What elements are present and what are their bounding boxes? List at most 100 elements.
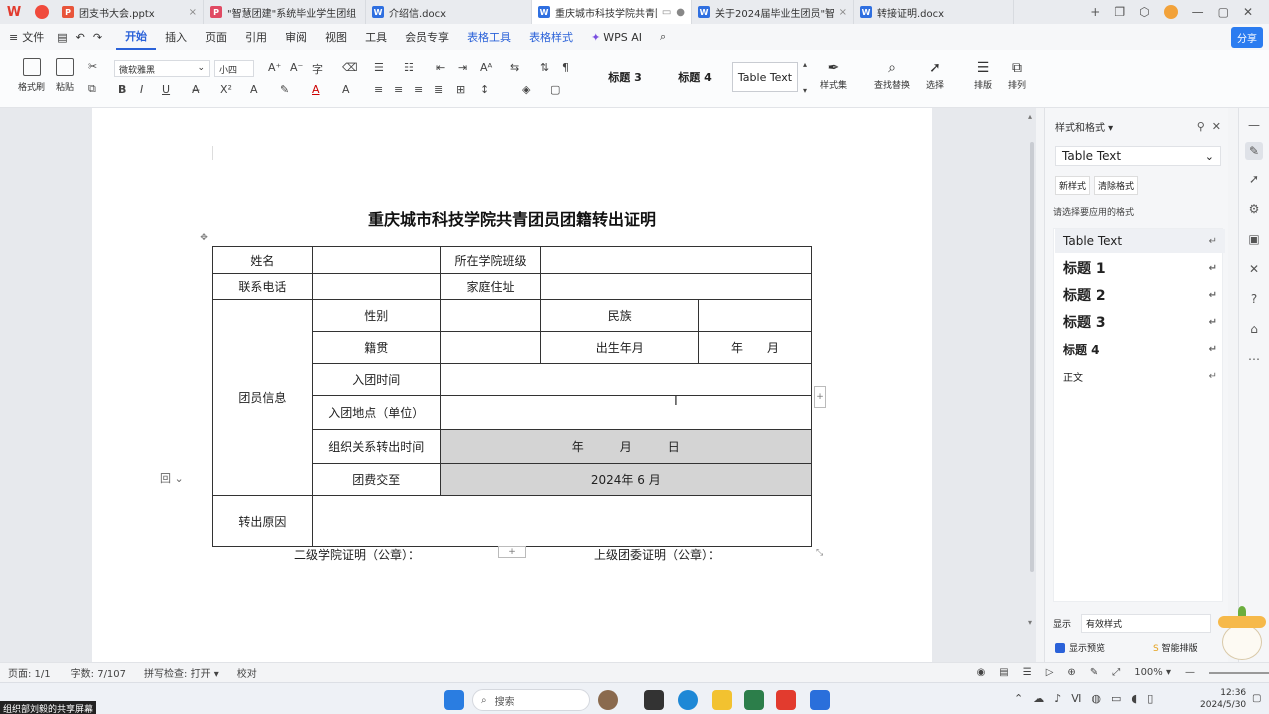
menu-tools[interactable]: 工具 [356,24,396,50]
table-move-handle-icon[interactable]: ✥ [198,232,210,244]
cube-icon[interactable]: ⬡ [1139,5,1149,19]
panel-title[interactable]: 样式和格式 ▾ [1055,119,1113,134]
shading-icon[interactable]: ◈ [522,83,530,96]
mic-icon[interactable]: ♪ [1054,692,1061,705]
format-painter-button[interactable]: 格式刷 [18,58,45,93]
paste-button[interactable]: 粘贴 [56,58,74,93]
battery-icon[interactable]: ▯ [1147,692,1153,705]
style-pen-icon[interactable]: ✎ [1245,142,1263,160]
close-window-icon[interactable]: ✕ [1243,5,1253,19]
more-icon[interactable]: ⋯ [1247,352,1261,366]
font-name-select[interactable]: 微软雅黑 ⌄ [114,60,210,77]
table-cell[interactable] [439,331,542,364]
decrease-indent-icon[interactable]: ⇤ [436,61,445,74]
table-cell[interactable] [439,395,813,430]
store-icon[interactable] [744,690,764,710]
window-restore-icon[interactable]: ❐ [1114,5,1125,19]
zoom-level[interactable]: 100% ▾ [1134,667,1171,678]
file-explorer-icon[interactable] [712,690,732,710]
table-cell[interactable] [540,246,812,274]
show-filter-select[interactable]: 有效样式 [1081,614,1212,633]
menu-wps-ai[interactable]: ✦ WPS AI [582,24,651,50]
table-cell[interactable]: 转出原因 [212,495,313,547]
quick-save-icon[interactable]: ▤ [53,24,71,50]
table-cell[interactable]: 入团地点（单位） [311,395,441,430]
align-center-icon[interactable]: ≡ [394,83,403,96]
taskbar-search[interactable]: ⌕ 搜索 [472,689,590,711]
menu-table-style[interactable]: 表格样式 [520,24,582,50]
table-cell[interactable]: 籍贯 [311,331,441,364]
phonetic-icon[interactable]: 字 [312,61,323,77]
page-indicator[interactable]: 页面: 1/1 [8,665,51,680]
style-set-button[interactable]: ✒ 样式集 [820,60,847,91]
avatar[interactable] [1163,5,1178,19]
superscript-icon[interactable]: X² [220,83,232,96]
zoom-slider[interactable] [1209,671,1269,674]
table-cell[interactable] [439,299,542,332]
shrink-font-icon[interactable]: A⁻ [290,61,303,74]
style-item[interactable]: 标题 3 ↵ [1055,310,1225,334]
table-cell[interactable] [311,246,441,274]
page-view-icon[interactable]: ▤ [999,667,1008,678]
play-icon[interactable]: ▷ [1046,667,1054,678]
justify-icon[interactable]: ≣ [434,83,443,96]
italic-icon[interactable]: I [140,83,143,96]
align-left-icon[interactable]: ≡ [374,83,383,96]
quick-undo-icon[interactable]: ↶ [72,24,89,50]
pen-view-icon[interactable]: ✎ [1090,667,1098,678]
copy-icon[interactable]: ⧉ [88,82,96,96]
vertical-scrollbar[interactable]: ▴ ▾ [1028,112,1036,632]
clear-format-button[interactable]: 清除格式 [1094,176,1139,195]
share-button[interactable]: 分享 [1231,26,1263,48]
tray-app-icon[interactable]: ◍ [1091,692,1101,705]
minimize-icon[interactable]: — [1192,5,1204,19]
scroll-up-icon[interactable]: ▴ [1028,112,1036,121]
tab-pptx[interactable]: P 团支书大会.pptx × [56,0,204,24]
style-item[interactable]: 正文 ↵ [1055,364,1225,388]
add-column-button[interactable]: + [814,386,826,408]
arrange-button[interactable]: ⧉ 排列 [1008,60,1026,91]
grow-font-icon[interactable]: A⁺ [268,61,281,74]
table-cell[interactable]: 民族 [540,299,700,332]
table-cell[interactable]: 年 月 日 [439,429,813,464]
table-cell[interactable]: 组织关系转出时间 [311,429,441,464]
style-item[interactable]: 标题 2 ↵ [1055,283,1225,307]
zoom-out-icon[interactable]: — [1185,667,1195,678]
smart-typeset-button[interactable]: S 智能排版 [1153,641,1198,654]
maximize-icon[interactable]: ▢ [1218,5,1229,19]
quick-redo-icon[interactable]: ↷ [89,24,116,50]
menu-review[interactable]: 审阅 [276,24,316,50]
outline-view-icon[interactable]: ☰ [1023,667,1032,678]
tab-active-document[interactable]: W 重庆城市科技学院共青团 ▭ ● [532,0,692,24]
distribute-icon[interactable]: ⊞ [456,83,465,96]
web-view-icon[interactable]: ⊕ [1067,667,1075,678]
clear-format-icon[interactable]: ⌫ [342,61,358,74]
scroll-thumb[interactable] [1030,142,1034,572]
style-scroll-up-icon[interactable]: ▴ [803,60,807,69]
table-cell[interactable] [540,273,812,300]
tab-smart-league[interactable]: P "智慧团建"系统毕业学生团组 [204,0,366,24]
table-cell[interactable]: 联系电话 [212,273,313,300]
eye-icon[interactable]: ◉ [977,667,986,678]
table-cell[interactable]: 家庭住址 [439,273,542,300]
adjust-icon[interactable]: ⚙ [1247,202,1261,216]
line-spacing-icon[interactable]: ↕ [480,83,489,96]
fit-icon[interactable]: ⤢ [1112,667,1120,678]
table-cell[interactable]: 姓名 [212,246,313,274]
text-effect-icon[interactable]: A [250,83,258,96]
shirt-icon[interactable]: ⌂ [1247,322,1261,336]
add-row-button[interactable]: + [498,546,526,558]
menu-reference[interactable]: 引用 [236,24,276,50]
tab-graduates[interactable]: W 关于2024届毕业生团员"智 × [692,0,854,24]
tools-icon[interactable]: ✕ [1247,262,1261,276]
chevron-up-icon[interactable]: ⌃ [1014,692,1023,705]
volume-icon[interactable]: ◖ [1131,692,1137,705]
table-cell[interactable]: 2024年 6 月 [439,463,813,496]
table-cell[interactable]: 出生年月 [540,331,700,364]
clock[interactable]: 12:36 2024/5/30 [1200,687,1246,711]
table-cell[interactable]: 年 月 [698,331,812,364]
table-cell[interactable] [311,273,441,300]
table-cell[interactable] [311,495,813,547]
scroll-down-icon[interactable]: ▾ [1028,618,1032,627]
style-item[interactable]: 标题 1 ↵ [1055,256,1225,280]
